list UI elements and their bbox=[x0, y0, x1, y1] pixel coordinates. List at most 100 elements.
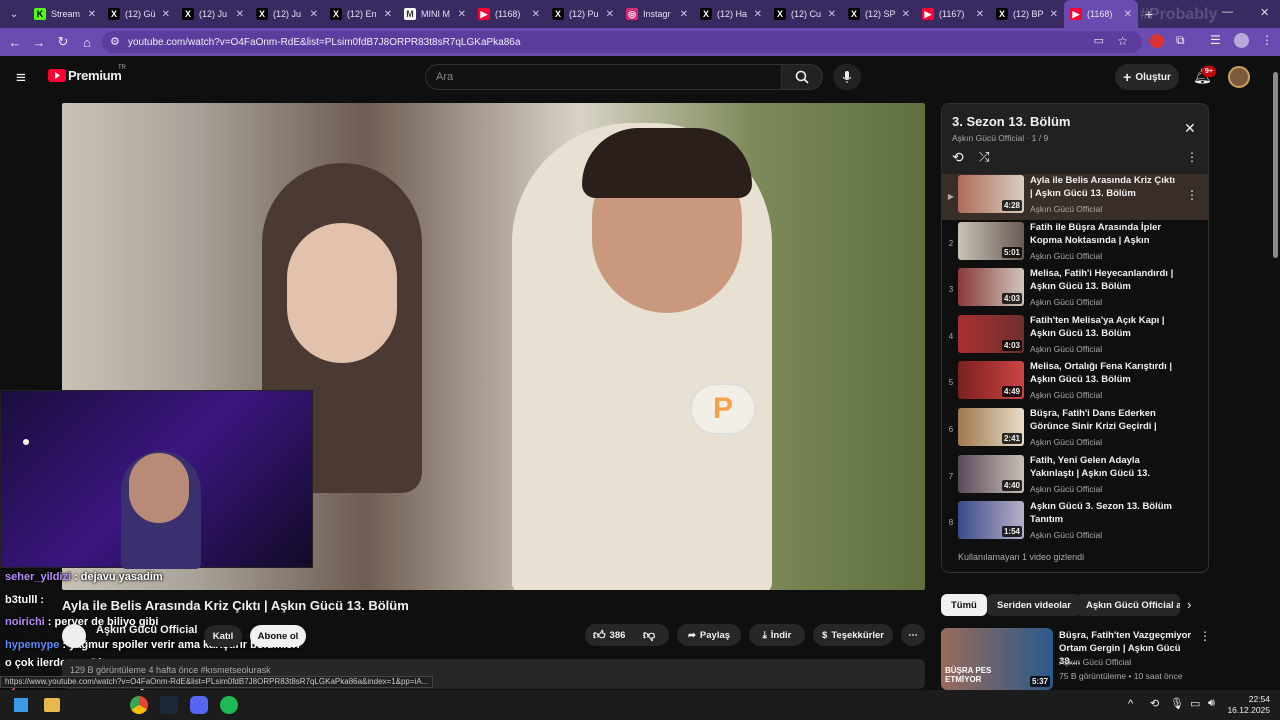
account-avatar[interactable] bbox=[1228, 66, 1250, 88]
playlist-item-title[interactable]: Aşkın Gücü 3. Sezon 13. Bölüm Tanıtım bbox=[1030, 500, 1180, 526]
recommended-menu-icon[interactable]: ⋮ bbox=[1199, 629, 1211, 643]
playlist-item[interactable]: 5 4:49 Melisa, Ortalığı Fena Karıştırdı | … bbox=[942, 360, 1208, 406]
playlist-thumbnail[interactable]: 4:03 bbox=[958, 314, 1024, 353]
playlist-item[interactable]: ▶ 4:28 Ayla ile Belis Arasında Kriz Çıktı … bbox=[942, 174, 1208, 220]
browser-tab[interactable]: ▶ (1168) ✕ bbox=[1064, 0, 1138, 28]
create-button[interactable]: + Oluştur bbox=[1115, 64, 1179, 90]
playlist-item[interactable]: 4 4:03 Fatih'ten Melisa'ya Açık Kapı | Aşk… bbox=[942, 314, 1208, 360]
back-icon[interactable]: ← bbox=[3, 35, 27, 50]
tab-close-icon[interactable]: ✕ bbox=[384, 9, 392, 20]
filter-chip[interactable]: Tümü bbox=[941, 594, 987, 616]
playlist-item-title[interactable]: Büşra, Fatih'i Dans Ederken Görünce Sini… bbox=[1030, 407, 1180, 433]
channel-name[interactable]: Aşkın Gücü Official bbox=[96, 624, 197, 636]
tab-close-icon[interactable]: ✕ bbox=[1124, 9, 1132, 20]
filter-chip[interactable]: Aşkın Gücü Official a bbox=[1076, 594, 1180, 616]
playlist-menu-icon[interactable]: ⋮ bbox=[1186, 150, 1198, 164]
join-button[interactable]: Katıl bbox=[204, 625, 242, 647]
playlist-thumbnail[interactable]: 4:28 bbox=[958, 175, 1024, 213]
tab-close-icon[interactable]: ✕ bbox=[902, 9, 910, 20]
playlist-item-title[interactable]: Melisa, Fatih'i Heyecanlandırdı | Aşkın … bbox=[1030, 267, 1180, 293]
reload-icon[interactable]: ↻ bbox=[51, 34, 75, 50]
address-bar[interactable]: ⚙ youtube.com/watch?v=O4FaOnm-RdE&list=P… bbox=[102, 31, 1142, 53]
like-icon[interactable]: 👍︎ bbox=[593, 628, 606, 643]
playlist-item-title[interactable]: Fatih ile Büşra Arasında İpler Kopma Nok… bbox=[1030, 221, 1180, 247]
tab-close-icon[interactable]: ✕ bbox=[828, 9, 836, 20]
subscribe-button[interactable]: Abone ol bbox=[250, 625, 306, 647]
forward-icon[interactable]: → bbox=[27, 35, 51, 50]
browser-tab[interactable]: X (12) SP ✕ bbox=[842, 0, 916, 28]
playlist-thumbnail[interactable]: 4:03 bbox=[958, 268, 1024, 307]
chevron-right-icon[interactable]: › bbox=[1187, 597, 1191, 612]
chrome-icon[interactable] bbox=[130, 696, 148, 714]
home-icon[interactable]: ⌂ bbox=[75, 35, 99, 50]
mic-tray-icon[interactable]: 🎙︎ bbox=[1170, 697, 1184, 710]
tab-close-icon[interactable]: ✕ bbox=[754, 9, 762, 20]
item-menu-icon[interactable]: ⋮ bbox=[1186, 188, 1198, 202]
tab-close-icon[interactable]: ✕ bbox=[680, 9, 688, 20]
recommended-thumbnail[interactable]: BÜŞRA PES ETMİYOR 5:37 bbox=[941, 628, 1053, 690]
tab-close-icon[interactable]: ✕ bbox=[1050, 9, 1058, 20]
window-close-icon[interactable]: ✕ bbox=[1260, 6, 1269, 19]
playlist-item-title[interactable]: Fatih, Yeni Gelen Adayla Yakınlaştı | Aş… bbox=[1030, 454, 1180, 480]
browser-tab[interactable]: X (12) Pu ✕ bbox=[546, 0, 620, 28]
tab-close-icon[interactable]: ✕ bbox=[976, 9, 984, 20]
browser-tab[interactable]: X (12) Ju ✕ bbox=[176, 0, 250, 28]
steam-icon[interactable] bbox=[160, 696, 178, 714]
browser-tab[interactable]: X (12) Cu ✕ bbox=[768, 0, 842, 28]
browser-tab[interactable]: ▶ (1168) ✕ bbox=[472, 0, 546, 28]
tray-expand[interactable]: ^ bbox=[1128, 698, 1133, 710]
scrollbar-thumb[interactable] bbox=[1273, 72, 1278, 258]
playlist-item[interactable]: 8 1:54 Aşkın Gücü 3. Sezon 13. Bölüm Tanıt… bbox=[942, 500, 1208, 546]
extension-icon[interactable] bbox=[1150, 34, 1164, 48]
browser-tab[interactable]: M MINI M ✕ bbox=[398, 0, 472, 28]
minimize-icon[interactable]: — bbox=[1222, 6, 1233, 18]
recommended-channel[interactable]: Aşkın Gücü Official bbox=[1059, 657, 1131, 667]
browser-tab[interactable]: X (12) BP ✕ bbox=[990, 0, 1064, 28]
playlist-title[interactable]: 3. Sezon 13. Bölüm bbox=[952, 114, 1070, 129]
search-input[interactable]: Ara bbox=[425, 64, 782, 90]
close-playlist-icon[interactable]: ✕ bbox=[1184, 120, 1196, 137]
network-icon[interactable]: ⟲ bbox=[1150, 697, 1159, 710]
playlist-thumbnail[interactable]: 4:49 bbox=[958, 361, 1024, 400]
playlist-item-title[interactable]: Ayla ile Belis Arasında Kriz Çıktı | Aşk… bbox=[1030, 174, 1180, 200]
browser-tab[interactable]: X (12) En ✕ bbox=[324, 0, 398, 28]
hamburger-menu-icon[interactable]: ≡ bbox=[16, 68, 26, 88]
playlist-thumbnail[interactable]: 1:54 bbox=[958, 501, 1024, 540]
tab-close-icon[interactable]: ✕ bbox=[310, 9, 318, 20]
sidebar-icon[interactable]: ☰ bbox=[1210, 33, 1221, 47]
playlist-thumbnail[interactable]: 4:40 bbox=[958, 454, 1024, 493]
cast-icon[interactable]: ▭ bbox=[1094, 34, 1104, 47]
playlist-item[interactable]: 2 5:01 Fatih ile Büşra Arasında İpler Kopm… bbox=[942, 221, 1208, 267]
puzzle-icon[interactable]: ⧉ bbox=[1176, 33, 1185, 48]
spotify-icon[interactable] bbox=[220, 696, 238, 714]
filter-chip[interactable]: Seriden videolar bbox=[987, 594, 1081, 616]
playlist-item-title[interactable]: Melisa, Ortalığı Fena Karıştırdı | Aşkın… bbox=[1030, 360, 1180, 386]
tab-close-icon[interactable]: ✕ bbox=[236, 9, 244, 20]
thanks-button[interactable]: $ Teşekkürler bbox=[813, 624, 893, 646]
playlist-item-title[interactable]: Fatih'ten Melisa'ya Açık Kapı | Aşkın Gü… bbox=[1030, 314, 1180, 340]
tab-close-icon[interactable]: ✕ bbox=[606, 9, 614, 20]
start-icon[interactable] bbox=[14, 698, 28, 712]
voice-search-button[interactable] bbox=[833, 64, 861, 90]
tab-search-menu[interactable]: ⌄ bbox=[0, 0, 28, 28]
browser-tab[interactable]: K Stream ✕ bbox=[28, 0, 102, 28]
playlist-item[interactable]: 7 4:40 Fatih, Yeni Gelen Adayla Yakınlaştı… bbox=[942, 454, 1208, 500]
profile-avatar[interactable] bbox=[1234, 33, 1249, 48]
browser-menu-icon[interactable]: ⋮ bbox=[1261, 33, 1273, 47]
clock-date[interactable]: 16.12.2025 bbox=[1214, 705, 1270, 715]
channel-avatar[interactable] bbox=[62, 624, 86, 648]
tab-close-icon[interactable]: ✕ bbox=[88, 9, 96, 20]
clock-time[interactable]: 22:54 bbox=[1226, 694, 1270, 704]
shuffle-icon[interactable]: ⤮ bbox=[979, 149, 989, 165]
share-button[interactable]: ➦ Paylaş bbox=[677, 624, 741, 646]
playlist-item[interactable]: 3 4:03 Melisa, Fatih'i Heyecanlandırdı | A… bbox=[942, 267, 1208, 313]
site-info-icon[interactable]: ⚙ bbox=[110, 35, 120, 48]
display-icon[interactable]: ▭ bbox=[1190, 697, 1200, 710]
playlist-item[interactable]: 6 2:41 Büşra, Fatih'i Dans Ederken Görünce… bbox=[942, 407, 1208, 453]
brand-name[interactable]: Premium bbox=[68, 68, 122, 83]
download-button[interactable]: ⤓ İndir bbox=[749, 624, 805, 646]
browser-tab[interactable]: ▶ (1167) ✕ bbox=[916, 0, 990, 28]
dislike-icon[interactable]: 👎︎ bbox=[643, 628, 655, 643]
loop-icon[interactable]: ⟲ bbox=[952, 149, 964, 166]
youtube-logo-icon[interactable] bbox=[48, 69, 66, 82]
